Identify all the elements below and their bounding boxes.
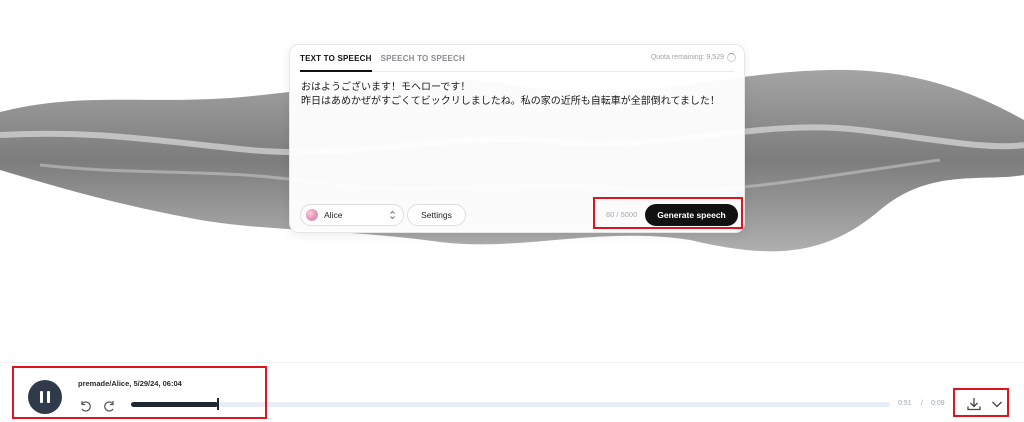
track-title: premade/Alice, 5/29/24, 06:04	[78, 379, 182, 388]
progress-bar[interactable]	[131, 398, 890, 410]
tab-text-to-speech[interactable]: TEXT TO SPEECH	[300, 45, 372, 72]
pause-icon	[40, 391, 43, 403]
text-input[interactable]: おはようございます！モヘローです！ 昨日はあめかぜがすごくてビックリしましたね。…	[301, 81, 731, 109]
pause-icon-bar	[47, 391, 50, 403]
voice-selector[interactable]: Alice	[300, 204, 404, 226]
voice-avatar-icon	[306, 209, 318, 221]
settings-button[interactable]: Settings	[407, 204, 466, 226]
chevron-down-icon[interactable]	[987, 394, 1007, 414]
forward-10-icon[interactable]	[101, 399, 117, 413]
character-count: 60 / 5000	[606, 210, 638, 219]
generate-speech-button[interactable]: Generate speech	[645, 204, 738, 226]
quota-remaining: Quota remaining: 9,529	[650, 54, 724, 61]
tab-speech-to-speech[interactable]: SPEECH TO SPEECH	[381, 45, 465, 72]
select-chevron-icon	[390, 210, 395, 220]
audio-player: premade/Alice, 5/29/24, 06:04 0:51 / 0:0…	[0, 362, 1024, 422]
time-separator: /	[921, 400, 923, 407]
progress-handle[interactable]	[217, 398, 220, 410]
tts-card: TEXT TO SPEECH SPEECH TO SPEECH Quota re…	[289, 44, 745, 233]
quota-spinner-icon	[727, 53, 736, 62]
voice-name: Alice	[324, 210, 343, 220]
progress-fill	[131, 402, 219, 407]
current-time: 0:51	[898, 400, 912, 407]
download-icon[interactable]	[964, 394, 984, 414]
rewind-10-icon[interactable]	[78, 399, 94, 413]
total-time: 0:09	[931, 400, 945, 407]
pause-button[interactable]	[28, 380, 62, 414]
